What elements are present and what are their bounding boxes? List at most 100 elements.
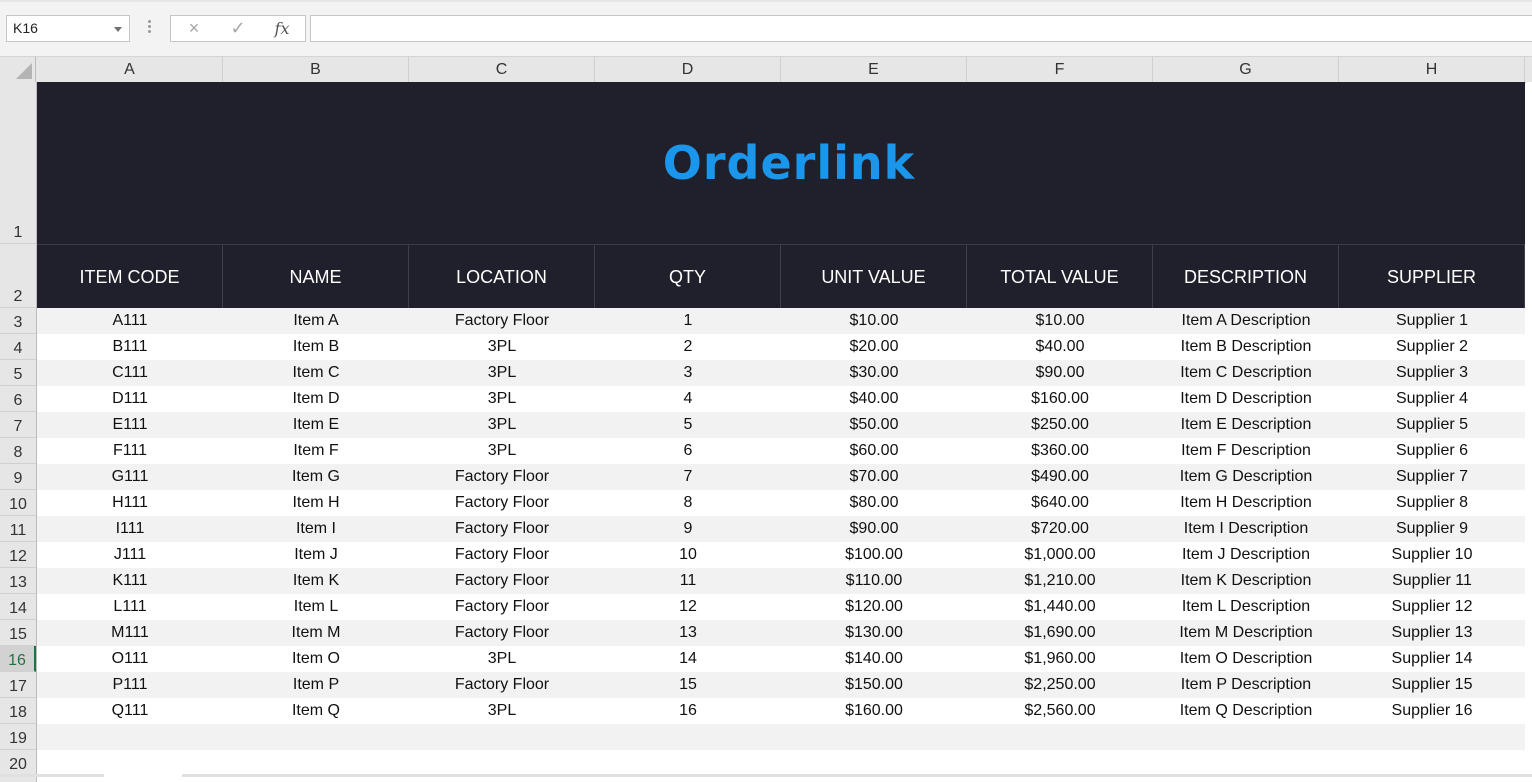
table-cell[interactable]: $490.00 — [967, 464, 1153, 490]
table-cell[interactable]: E111 — [37, 412, 223, 438]
table-cell[interactable]: 2 — [595, 334, 781, 360]
table-cell[interactable]: Factory Floor — [409, 594, 595, 620]
table-cell[interactable]: 3PL — [409, 698, 595, 724]
table-cell[interactable]: $1,000.00 — [967, 542, 1153, 568]
table-cell[interactable]: Factory Floor — [409, 464, 595, 490]
table-cell[interactable]: Item Q Description — [1153, 698, 1339, 724]
row-header-17[interactable]: 17 — [0, 672, 36, 698]
row-header-19[interactable]: 19 — [0, 724, 36, 750]
table-cell[interactable]: Item J — [223, 542, 409, 568]
table-cell[interactable]: $160.00 — [967, 386, 1153, 412]
column-header-f[interactable]: F — [967, 57, 1153, 82]
table-cell[interactable]: Q111 — [37, 698, 223, 724]
table-cell[interactable]: $10.00 — [781, 308, 967, 334]
row-header-13[interactable]: 13 — [0, 568, 36, 594]
table-cell[interactable]: Supplier 16 — [1339, 698, 1525, 724]
table-cell[interactable]: Item P — [223, 672, 409, 698]
table-cell[interactable]: Item E Description — [1153, 412, 1339, 438]
table-cell[interactable]: $120.00 — [781, 594, 967, 620]
table-cell[interactable]: Item L — [223, 594, 409, 620]
header-cell-supplier[interactable]: SUPPLIER — [1339, 245, 1525, 309]
table-cell[interactable]: Supplier 15 — [1339, 672, 1525, 698]
row-header-20[interactable]: 20 — [0, 750, 36, 776]
table-cell[interactable]: G111 — [37, 464, 223, 490]
table-cell[interactable]: $40.00 — [781, 386, 967, 412]
table-cell[interactable]: O111 — [37, 646, 223, 672]
table-cell[interactable]: Item C — [223, 360, 409, 386]
table-cell[interactable]: $1,440.00 — [967, 594, 1153, 620]
table-cell[interactable]: Supplier 13 — [1339, 620, 1525, 646]
table-cell[interactable]: A111 — [37, 308, 223, 334]
row-header-2[interactable]: 2 — [0, 244, 36, 308]
table-cell[interactable]: $70.00 — [781, 464, 967, 490]
table-cell[interactable]: 11 — [595, 568, 781, 594]
table-cell[interactable]: Supplier 3 — [1339, 360, 1525, 386]
table-cell[interactable]: Item H Description — [1153, 490, 1339, 516]
row-header-10[interactable]: 10 — [0, 490, 36, 516]
empty-row[interactable] — [37, 750, 1525, 776]
table-cell[interactable]: Supplier 5 — [1339, 412, 1525, 438]
table-cell[interactable]: 10 — [595, 542, 781, 568]
table-cell[interactable]: Supplier 2 — [1339, 334, 1525, 360]
table-cell[interactable]: 16 — [595, 698, 781, 724]
table-cell[interactable]: Supplier 9 — [1339, 516, 1525, 542]
table-cell[interactable]: H111 — [37, 490, 223, 516]
table-cell[interactable]: Item D Description — [1153, 386, 1339, 412]
table-cell[interactable]: $40.00 — [967, 334, 1153, 360]
table-cell[interactable]: 3PL — [409, 386, 595, 412]
column-header-a[interactable]: A — [37, 57, 223, 82]
table-cell[interactable]: $1,210.00 — [967, 568, 1153, 594]
enter-icon[interactable]: ✓ — [223, 16, 253, 41]
cancel-icon[interactable]: × — [179, 16, 209, 41]
table-cell[interactable]: $640.00 — [967, 490, 1153, 516]
header-cell-location[interactable]: LOCATION — [409, 245, 595, 309]
table-cell[interactable]: Item J Description — [1153, 542, 1339, 568]
table-cell[interactable]: 15 — [595, 672, 781, 698]
table-cell[interactable]: Factory Floor — [409, 542, 595, 568]
table-cell[interactable]: Supplier 14 — [1339, 646, 1525, 672]
table-cell[interactable]: B111 — [37, 334, 223, 360]
table-cell[interactable]: $2,250.00 — [967, 672, 1153, 698]
table-cell[interactable]: 4 — [595, 386, 781, 412]
table-cell[interactable]: $100.00 — [781, 542, 967, 568]
drag-handle-icon[interactable] — [147, 18, 153, 38]
table-cell[interactable]: Factory Floor — [409, 516, 595, 542]
table-cell[interactable]: Supplier 12 — [1339, 594, 1525, 620]
chevron-down-icon[interactable] — [114, 27, 122, 32]
table-cell[interactable]: Factory Floor — [409, 672, 595, 698]
table-cell[interactable]: Supplier 10 — [1339, 542, 1525, 568]
column-header-h[interactable]: H — [1339, 57, 1525, 82]
empty-row[interactable] — [37, 724, 1525, 750]
column-header-c[interactable]: C — [409, 57, 595, 82]
table-cell[interactable]: K111 — [37, 568, 223, 594]
table-cell[interactable]: Item E — [223, 412, 409, 438]
table-cell[interactable]: Item F — [223, 438, 409, 464]
row-header-5[interactable]: 5 — [0, 360, 36, 386]
table-cell[interactable]: 3PL — [409, 438, 595, 464]
table-cell[interactable]: Factory Floor — [409, 490, 595, 516]
table-cell[interactable]: Item O Description — [1153, 646, 1339, 672]
table-cell[interactable]: $150.00 — [781, 672, 967, 698]
table-cell[interactable]: 6 — [595, 438, 781, 464]
row-header-16[interactable]: 16 — [0, 646, 36, 672]
formula-input[interactable] — [310, 15, 1532, 42]
header-cell-unit-value[interactable]: UNIT VALUE — [781, 245, 967, 309]
table-cell[interactable]: 5 — [595, 412, 781, 438]
table-cell[interactable]: 9 — [595, 516, 781, 542]
table-cell[interactable]: $130.00 — [781, 620, 967, 646]
banner-cell[interactable]: Orderlink — [37, 82, 1525, 244]
column-header-e[interactable]: E — [781, 57, 967, 82]
table-cell[interactable]: 3PL — [409, 412, 595, 438]
table-cell[interactable]: $30.00 — [781, 360, 967, 386]
active-sheet-tab[interactable] — [104, 773, 182, 777]
table-cell[interactable]: $2,560.00 — [967, 698, 1153, 724]
table-cell[interactable]: Item A — [223, 308, 409, 334]
table-cell[interactable]: $10.00 — [967, 308, 1153, 334]
table-cell[interactable]: L111 — [37, 594, 223, 620]
table-cell[interactable]: Supplier 1 — [1339, 308, 1525, 334]
table-cell[interactable]: Item A Description — [1153, 308, 1339, 334]
header-cell-qty[interactable]: QTY — [595, 245, 781, 309]
table-cell[interactable]: 3PL — [409, 334, 595, 360]
row-header-14[interactable]: 14 — [0, 594, 36, 620]
table-cell[interactable]: 8 — [595, 490, 781, 516]
